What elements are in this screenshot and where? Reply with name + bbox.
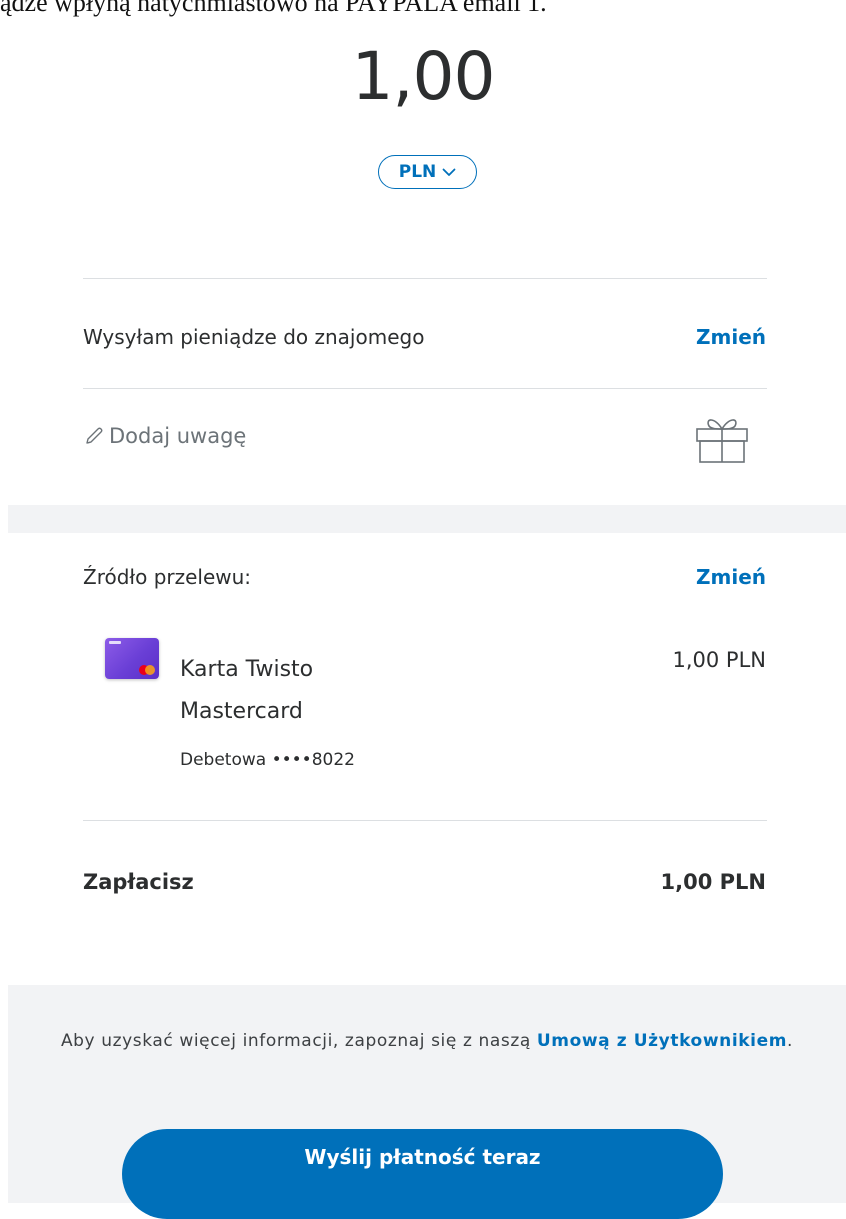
- funding-source-label: Źródło przelewu:: [83, 565, 252, 589]
- card-name-line1: Karta Twisto: [180, 657, 314, 682]
- purpose-label: Wysyłam pieniądze do znajomego: [83, 325, 425, 349]
- add-note-field[interactable]: Dodaj uwagę: [83, 424, 246, 448]
- top-banner-text: ądze wpłyną natychmiastowo na PAYPALA em…: [0, 0, 547, 17]
- card-amount: 1,00 PLN: [672, 648, 766, 672]
- total-label: Zapłacisz: [83, 870, 194, 894]
- change-funding-link[interactable]: Zmień: [696, 565, 766, 589]
- divider: [83, 278, 767, 279]
- divider: [83, 820, 767, 821]
- user-agreement-notice: Aby uzyskać więcej informacji, zapoznaj …: [8, 1027, 846, 1056]
- card-name: Karta Twisto Mastercard: [180, 649, 440, 733]
- payment-amount: 1,00: [351, 38, 496, 115]
- gift-icon[interactable]: [691, 414, 753, 464]
- divider: [83, 388, 767, 389]
- notice-period: .: [787, 1031, 794, 1051]
- total-amount: 1,00 PLN: [660, 870, 766, 894]
- card-detail: Debetowa ••••8022: [180, 750, 355, 770]
- chevron-down-icon: [442, 168, 456, 176]
- card-image: [105, 638, 159, 679]
- notice-text: Aby uzyskać więcej informacji, zapoznaj …: [60, 1031, 537, 1051]
- send-payment-button[interactable]: Wyślij płatność teraz: [122, 1129, 723, 1219]
- section-separator: [8, 505, 846, 533]
- currency-label: PLN: [398, 162, 437, 182]
- add-note-placeholder: Dodaj uwagę: [109, 424, 247, 448]
- pencil-icon: [86, 427, 103, 444]
- card-name-line2: Mastercard: [180, 699, 303, 724]
- currency-selector[interactable]: PLN: [378, 155, 477, 189]
- user-agreement-link[interactable]: Umową z Użytkownikiem: [537, 1031, 787, 1051]
- change-purpose-link[interactable]: Zmień: [696, 325, 766, 349]
